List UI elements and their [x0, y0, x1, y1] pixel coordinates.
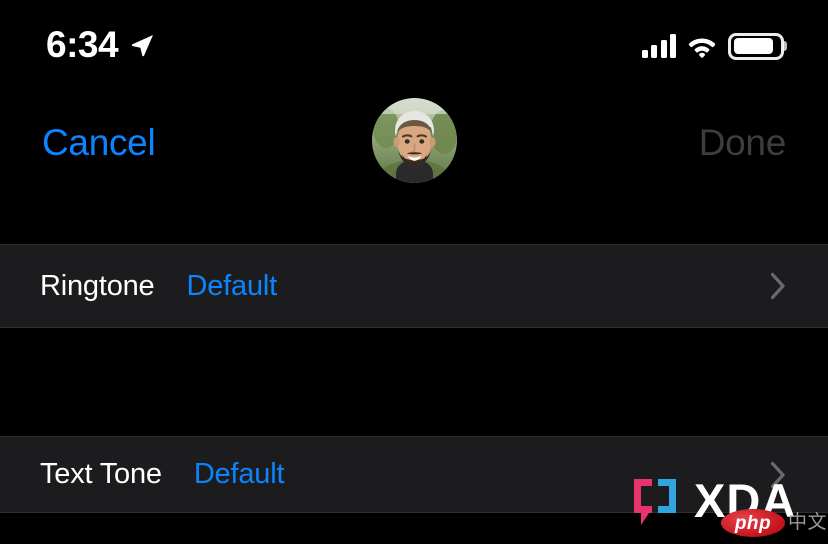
php-badge-label: php: [734, 512, 772, 534]
contact-avatar[interactable]: [372, 98, 457, 183]
battery-icon: [728, 32, 787, 60]
chevron-right-icon: [770, 272, 786, 300]
wifi-icon: [687, 34, 717, 58]
status-bar-right: [641, 32, 787, 60]
status-bar-left: 6:34: [46, 26, 155, 66]
phone-screen: 6:34 Cancel Done Ringtone Default Text T…: [0, 0, 828, 544]
section-separator-bottom: [0, 512, 828, 513]
ringtone-label: Ringtone: [40, 269, 155, 302]
location-arrow-icon: [129, 33, 155, 59]
ringtone-value: Default: [186, 269, 278, 302]
ringtone-row[interactable]: Ringtone Default: [0, 244, 828, 328]
texttone-value: Default: [193, 458, 285, 490]
status-bar: 6:34: [0, 0, 828, 92]
texttone-row[interactable]: Text Tone Default: [0, 436, 828, 513]
texttone-label: Text Tone: [40, 458, 162, 490]
section-separator-bottom: [0, 327, 828, 328]
status-time: 6:34: [46, 24, 119, 65]
cancel-button[interactable]: Cancel: [42, 124, 156, 161]
cellular-signal-icon: [641, 34, 676, 58]
watermark-suffix: 中文网: [788, 512, 828, 533]
chevron-right-icon: [770, 461, 786, 489]
php-badge: php: [721, 509, 785, 537]
texttone-section: Text Tone Default: [0, 436, 828, 513]
ringtone-section: Ringtone Default: [0, 244, 828, 328]
done-button[interactable]: Done: [699, 124, 787, 161]
